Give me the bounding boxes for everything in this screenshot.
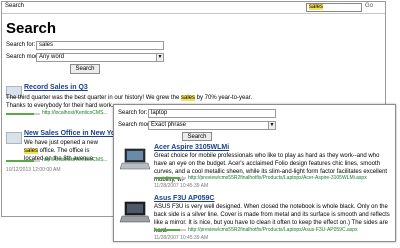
top-search-go[interactable]: Go — [365, 3, 373, 9]
search-for-value: sales — [39, 42, 54, 48]
top-search-value: sales — [309, 4, 324, 10]
result-link-2[interactable]: http://preview/cms55R2finalhotfix/Produc… — [188, 227, 358, 233]
relevance-bar — [154, 177, 180, 179]
result-date-1: 11/28/2007 10:45:39 AM — [154, 183, 209, 189]
laptop-product-image — [120, 201, 150, 223]
result-link-1[interactable]: http://preview/cms55R2finalhotfix/Produc… — [188, 175, 367, 181]
result-title-2[interactable]: New Sales Office in New York — [24, 130, 122, 137]
top-bar: Search sales Go — [2, 2, 385, 14]
result-link-1[interactable]: http://localhost/KenticoCMS... — [42, 110, 108, 116]
search-mode-value: Exact phrase — [151, 122, 187, 128]
relevance-bar — [6, 160, 34, 162]
top-search-input[interactable]: sales — [306, 3, 362, 12]
result-date-2: 10/12/2013 12:00:00 AM — [6, 167, 61, 173]
search-mode-select[interactable]: Any word ▼ — [36, 53, 164, 62]
relevance-bar-rest — [180, 177, 186, 179]
search-mode-value: Any word — [39, 54, 65, 60]
search-for-label: Search for: — [6, 42, 36, 48]
divider — [2, 13, 385, 14]
search-for-value: laptop — [151, 110, 168, 116]
relevance-bar-rest — [34, 160, 40, 162]
result-title-1[interactable]: Record Sales in Q3 — [24, 84, 88, 91]
relevance-bar — [154, 229, 180, 231]
search-button[interactable]: Search — [182, 132, 212, 141]
search-for-input[interactable]: sales — [36, 41, 164, 50]
page-title: Search — [6, 20, 57, 37]
chevron-down-icon: ▼ — [268, 122, 275, 129]
relevance-bar — [6, 113, 34, 115]
search-for-label: Search for: — [118, 110, 148, 116]
search-page-laptop: Search for: laptop Search mode: Exact ph… — [113, 104, 396, 242]
relevance-bar-rest — [180, 229, 186, 231]
top-bar-label: Search — [5, 3, 25, 9]
chevron-down-icon: ▼ — [156, 54, 163, 61]
result-thumbnail — [6, 132, 22, 144]
relevance-bar-rest — [34, 113, 40, 115]
result-title-1[interactable]: Acer Aspire 3105WLMi — [154, 144, 229, 151]
result-link-2[interactable]: http://localhost/KenticoCMS... — [42, 157, 108, 163]
result-date-2: 11/28/2007 10:45:39 AM — [154, 235, 209, 241]
result-title-2[interactable]: Asus F3U AP059C — [154, 195, 214, 202]
search-for-input[interactable]: laptop — [148, 109, 276, 118]
laptop-product-image — [120, 148, 150, 170]
search-button[interactable]: Search — [70, 64, 100, 74]
search-mode-select[interactable]: Exact phrase ▼ — [148, 121, 276, 130]
